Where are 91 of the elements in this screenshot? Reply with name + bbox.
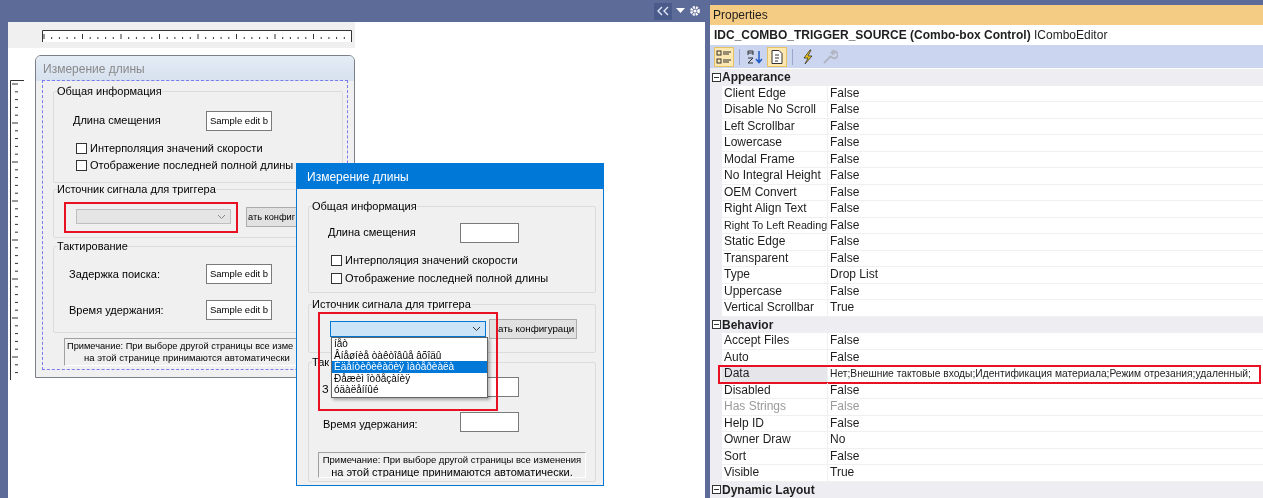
property-value[interactable]: False	[828, 201, 1263, 218]
property-name[interactable]: OEM Convert	[722, 184, 828, 201]
property-value[interactable]: False	[828, 234, 1263, 251]
checkbox-label: Отображение последней полной длины	[90, 159, 294, 171]
dialog-title: Измерение длины	[43, 63, 145, 76]
group-label: Общая информация	[312, 200, 417, 212]
dropdown-option[interactable]: Ðåæèì îòðåçàíèÿ	[332, 372, 487, 385]
text-field[interactable]: Sample edit b	[206, 264, 272, 284]
dropdown-option[interactable]: íåò	[332, 338, 487, 350]
dropdown-option[interactable]: Âíåøíèå òàêòîâûå âõîäû	[332, 349, 487, 362]
property-value[interactable]: No	[828, 432, 1263, 449]
property-name[interactable]: Visible	[722, 465, 828, 482]
property-name[interactable]: Static Edge	[722, 234, 828, 251]
property-value[interactable]: False	[828, 85, 1263, 102]
checkbox-label: Интерполяция значений скорости	[345, 254, 518, 266]
property-value[interactable]: Нет;Внешние тактовые входы;Идентификация материала;Режим отрезания;удаленный;	[828, 366, 1263, 383]
group-label: Источник сигнала для триггера	[57, 183, 216, 195]
property-value[interactable]: False	[828, 184, 1263, 201]
property-value[interactable]: True	[828, 465, 1263, 482]
text-field[interactable]	[460, 412, 519, 432]
property-value[interactable]: False	[828, 250, 1263, 267]
property-value[interactable]: False	[828, 118, 1263, 135]
collapse-icon[interactable]	[711, 72, 721, 82]
checkbox-label: Отображение последней полной длины	[345, 272, 549, 284]
settings-icon[interactable]	[689, 5, 701, 17]
checkbox[interactable]	[76, 159, 87, 171]
property-name[interactable]: Help ID	[722, 415, 828, 432]
property-value[interactable]: False	[828, 349, 1263, 366]
property-name[interactable]: Sort	[722, 448, 828, 465]
configure-button[interactable]: ать конфигураци	[489, 319, 577, 339]
group-label: Общая информация	[57, 85, 162, 97]
collapse-button[interactable]	[654, 2, 672, 20]
caret-icon[interactable]	[676, 8, 685, 14]
property-value[interactable]: False	[828, 415, 1263, 432]
collapse-icon[interactable]	[711, 485, 721, 495]
collapse-icon[interactable]	[711, 320, 721, 330]
dropdown[interactable]	[330, 321, 486, 337]
checkbox-label: Интерполяция значений скорости	[90, 142, 263, 154]
group-label: Тактирование	[57, 240, 128, 252]
property-value[interactable]: True	[828, 300, 1263, 317]
field-label: Время удержания:	[323, 418, 418, 431]
field-label: Задержка поиска:	[69, 268, 160, 281]
property-value[interactable]: False	[828, 135, 1263, 152]
configure-button[interactable]: ать конфиг	[246, 207, 297, 227]
checkbox[interactable]	[331, 272, 342, 284]
property-name[interactable]: Owner Draw	[722, 432, 828, 449]
group-label: Источник сигнала для триггера	[312, 298, 471, 310]
property-name[interactable]: Right Align Text	[722, 201, 828, 218]
field-label: Длина смещения	[73, 114, 161, 127]
categorized-button[interactable]	[714, 46, 734, 67]
property-value[interactable]: Drop List	[828, 267, 1263, 284]
dropdown-option[interactable]: óäàëåííûé	[332, 384, 487, 396]
dialog-title: Измерение длины	[307, 171, 409, 184]
property-name[interactable]: Disable No Scroll	[722, 102, 828, 119]
property-value[interactable]: False	[828, 333, 1263, 350]
note-text: Примечание: При выборе другой страницы все изме на этой странице принимаются автоматически	[64, 338, 297, 366]
field-label: Время удержания:	[69, 304, 164, 317]
property-name[interactable]: Disabled	[722, 382, 828, 399]
property-value[interactable]: False	[828, 102, 1263, 119]
text-field[interactable]: Sample edit b	[206, 111, 272, 131]
chevron-down-icon	[217, 213, 226, 220]
text-field[interactable]: Sample edit b	[206, 300, 272, 320]
checkbox[interactable]	[76, 142, 87, 154]
category-header[interactable]: Appearance	[722, 69, 1263, 86]
property-name[interactable]: No Integral Height	[722, 168, 828, 185]
object-selector[interactable]: IDC_COMBO_TRIGGER_SOURCE (Combo-box Control) IComboEditor	[710, 25, 1263, 45]
property-name[interactable]: Vertical Scrollbar	[722, 300, 828, 317]
property-value[interactable]: False	[828, 382, 1263, 399]
property-name[interactable]: Uppercase	[722, 283, 828, 300]
property-name[interactable]: Transparent	[722, 250, 828, 267]
property-value[interactable]: False	[828, 283, 1263, 300]
property-name[interactable]: Left Scrollbar	[722, 118, 828, 135]
property-name[interactable]: Accept Files	[722, 333, 828, 350]
properties-button[interactable]	[767, 46, 787, 67]
property-name[interactable]: Auto	[722, 349, 828, 366]
text-field[interactable]	[460, 223, 519, 243]
chevron-down-icon	[472, 326, 481, 332]
property-value[interactable]: False	[828, 151, 1263, 168]
property-name[interactable]: Lowercase	[722, 135, 828, 152]
property-name[interactable]: Client Edge	[722, 85, 828, 102]
property-name[interactable]: Right To Left Reading	[722, 217, 828, 234]
property-name[interactable]: Type	[722, 267, 828, 284]
panel-title: Properties	[710, 5, 1263, 25]
dropdown-option[interactable]: Èäåíòèôèêàöèÿ ìàòåðèàëà	[332, 361, 487, 373]
checkbox[interactable]	[331, 254, 342, 266]
property-value[interactable]: False	[828, 217, 1263, 234]
property-value[interactable]: False	[828, 168, 1263, 185]
field-label: З	[322, 383, 329, 396]
property-value[interactable]: False	[828, 448, 1263, 465]
field-label: Длина смещения	[328, 226, 416, 239]
property-name[interactable]: Modal Frame	[722, 151, 828, 168]
